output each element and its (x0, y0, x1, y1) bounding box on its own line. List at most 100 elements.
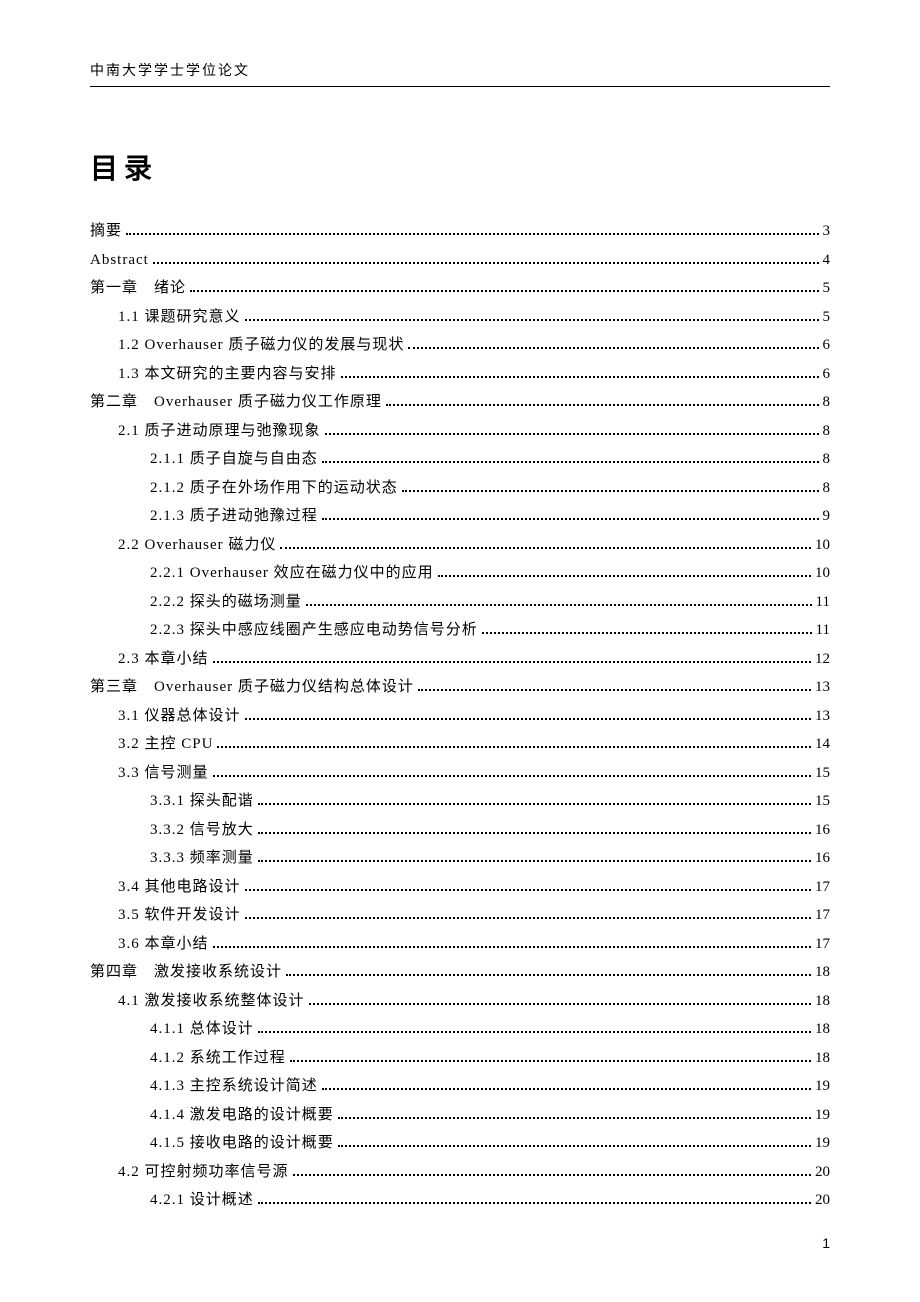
toc-leader-dots (438, 565, 811, 578)
toc-entry[interactable]: 第二章 Overhauser 质子磁力仪工作原理 8 (90, 388, 830, 417)
toc-entry[interactable]: 3.3.1 探头配谐15 (90, 787, 830, 816)
toc-leader-dots (408, 337, 818, 350)
toc-entry[interactable]: 1.2 Overhauser 质子磁力仪的发展与现状6 (90, 331, 830, 360)
toc-entry-label: 1.3 本文研究的主要内容与安排 (118, 360, 337, 389)
toc-entry-page: 13 (815, 702, 830, 731)
toc-entry-label: 2.1 质子进动原理与弛豫现象 (118, 417, 321, 446)
toc-entry[interactable]: 3.3.3 频率测量 16 (90, 844, 830, 873)
toc-entry-label: 2.2.1 Overhauser 效应在磁力仪中的应用 (150, 559, 434, 588)
toc-entry[interactable]: 1.1 课题研究意义5 (90, 303, 830, 332)
toc-entry-label: 3.1 仪器总体设计 (118, 702, 241, 731)
toc-entry-page: 8 (823, 445, 831, 474)
toc-entry[interactable]: 3.5 软件开发设计17 (90, 901, 830, 930)
toc-entry[interactable]: 3.3.2 信号放大16 (90, 816, 830, 845)
toc-entry[interactable]: 2.2.2 探头的磁场测量11 (90, 588, 830, 617)
toc-entry[interactable]: 第三章 Overhauser 质子磁力仪结构总体设计13 (90, 673, 830, 702)
toc-entry[interactable]: 第四章 激发接收系统设计18 (90, 958, 830, 987)
toc-entry-page: 14 (815, 730, 830, 759)
toc-entry-page: 17 (815, 873, 830, 902)
toc-entry-page: 11 (816, 588, 830, 617)
toc-entry-label: 4.1.2 系统工作过程 (150, 1044, 286, 1073)
toc-entry-label: 1.2 Overhauser 质子磁力仪的发展与现状 (118, 331, 404, 360)
toc-leader-dots (213, 935, 811, 948)
toc-entry[interactable]: 4.2 可控射频功率信号源 20 (90, 1158, 830, 1187)
toc-entry-label: 2.2 Overhauser 磁力仪 (118, 531, 276, 560)
toc-leader-dots (258, 793, 811, 806)
toc-leader-dots (402, 479, 819, 492)
toc-entry[interactable]: 4.1.2 系统工作过程18 (90, 1044, 830, 1073)
page-container: 中南大学学士学位论文 目录 摘要3Abstract4第一章 绪论51.1 课题研… (0, 0, 920, 1291)
toc-entry[interactable]: 2.1.1 质子自旋与自由态8 (90, 445, 830, 474)
toc-entry[interactable]: 4.1.5 接收电路的设计概要19 (90, 1129, 830, 1158)
toc-leader-dots (258, 1192, 811, 1205)
toc-entry-label: 2.2.3 探头中感应线圈产生感应电动势信号分析 (150, 616, 478, 645)
toc-entry[interactable]: Abstract4 (90, 246, 830, 275)
toc-entry-page: 5 (823, 303, 831, 332)
toc-entry[interactable]: 2.1 质子进动原理与弛豫现象 8 (90, 417, 830, 446)
toc-leader-dots (338, 1106, 811, 1119)
toc-leader-dots (293, 1163, 811, 1176)
toc-entry[interactable]: 2.2.3 探头中感应线圈产生感应电动势信号分析 11 (90, 616, 830, 645)
toc-entry[interactable]: 2.2.1 Overhauser 效应在磁力仪中的应用10 (90, 559, 830, 588)
toc-entry-page: 6 (823, 360, 831, 389)
toc-entry-page: 20 (815, 1158, 830, 1187)
toc-entry-page: 18 (815, 987, 830, 1016)
toc-entry[interactable]: 2.1.2 质子在外场作用下的运动状态 8 (90, 474, 830, 503)
toc-entry-page: 16 (815, 844, 830, 873)
toc-entry[interactable]: 4.1.3 主控系统设计简述19 (90, 1072, 830, 1101)
toc-entry[interactable]: 3.6 本章小结17 (90, 930, 830, 959)
toc-entry-label: 4.2 可控射频功率信号源 (118, 1158, 289, 1187)
toc-leader-dots (258, 821, 811, 834)
toc-entry-page: 8 (823, 388, 831, 417)
toc-entry-label: 3.6 本章小结 (118, 930, 209, 959)
toc-entry-label: 4.2.1 设计概述 (150, 1186, 254, 1215)
toc-entry-page: 11 (816, 616, 830, 645)
toc-entry-page: 17 (815, 901, 830, 930)
toc-entry-label: 3.3.1 探头配谐 (150, 787, 254, 816)
toc-entry-label: 第二章 Overhauser 质子磁力仪工作原理 (90, 388, 382, 417)
toc-entry[interactable]: 1.3 本文研究的主要内容与安排 6 (90, 360, 830, 389)
toc-entry[interactable]: 2.3 本章小结12 (90, 645, 830, 674)
toc-entry-page: 9 (823, 502, 831, 531)
toc-entry-page: 16 (815, 816, 830, 845)
toc-entry[interactable]: 2.1.3 质子进动弛豫过程 9 (90, 502, 830, 531)
toc-entry[interactable]: 第一章 绪论5 (90, 274, 830, 303)
toc-entry-label: 3.3.3 频率测量 (150, 844, 254, 873)
toc-entry[interactable]: 摘要3 (90, 217, 830, 246)
toc-entry[interactable]: 4.1 激发接收系统整体设计 18 (90, 987, 830, 1016)
toc-entry-page: 20 (815, 1186, 830, 1215)
toc-entry-label: 3.2 主控 CPU (118, 730, 213, 759)
toc-leader-dots (306, 593, 812, 606)
toc-leader-dots (482, 622, 812, 635)
toc-entry[interactable]: 4.1.4 激发电路的设计概要19 (90, 1101, 830, 1130)
toc-entry-label: 2.3 本章小结 (118, 645, 209, 674)
toc-entry-page: 19 (815, 1072, 830, 1101)
toc-leader-dots (217, 736, 811, 749)
toc-leader-dots (245, 907, 811, 920)
toc-entry-page: 8 (823, 417, 831, 446)
toc-entry-page: 8 (823, 474, 831, 503)
toc-entry[interactable]: 4.1.1 总体设计18 (90, 1015, 830, 1044)
toc-leader-dots (153, 251, 819, 264)
toc-entry-page: 10 (815, 531, 830, 560)
toc-entry-label: 2.1.3 质子进动弛豫过程 (150, 502, 318, 531)
toc-leader-dots (418, 679, 811, 692)
toc-leader-dots (286, 964, 811, 977)
toc-entry[interactable]: 3.1 仪器总体设计 13 (90, 702, 830, 731)
toc-entry[interactable]: 4.2.1 设计概述 20 (90, 1186, 830, 1215)
table-of-contents: 摘要3Abstract4第一章 绪论51.1 课题研究意义51.2 Overha… (90, 217, 830, 1215)
toc-entry-page: 19 (815, 1129, 830, 1158)
toc-entry-label: 4.1 激发接收系统整体设计 (118, 987, 305, 1016)
page-number: 1 (90, 1235, 830, 1251)
toc-entry[interactable]: 3.4 其他电路设计17 (90, 873, 830, 902)
toc-entry[interactable]: 2.2 Overhauser 磁力仪 10 (90, 531, 830, 560)
toc-entry-page: 19 (815, 1101, 830, 1130)
toc-entry[interactable]: 3.2 主控 CPU 14 (90, 730, 830, 759)
toc-leader-dots (213, 650, 811, 663)
toc-leader-dots (213, 764, 811, 777)
toc-title: 目录 (90, 147, 830, 187)
toc-leader-dots (280, 536, 811, 549)
running-header: 中南大学学士学位论文 (90, 60, 830, 87)
toc-entry[interactable]: 3.3 信号测量15 (90, 759, 830, 788)
toc-entry-label: 2.1.2 质子在外场作用下的运动状态 (150, 474, 398, 503)
